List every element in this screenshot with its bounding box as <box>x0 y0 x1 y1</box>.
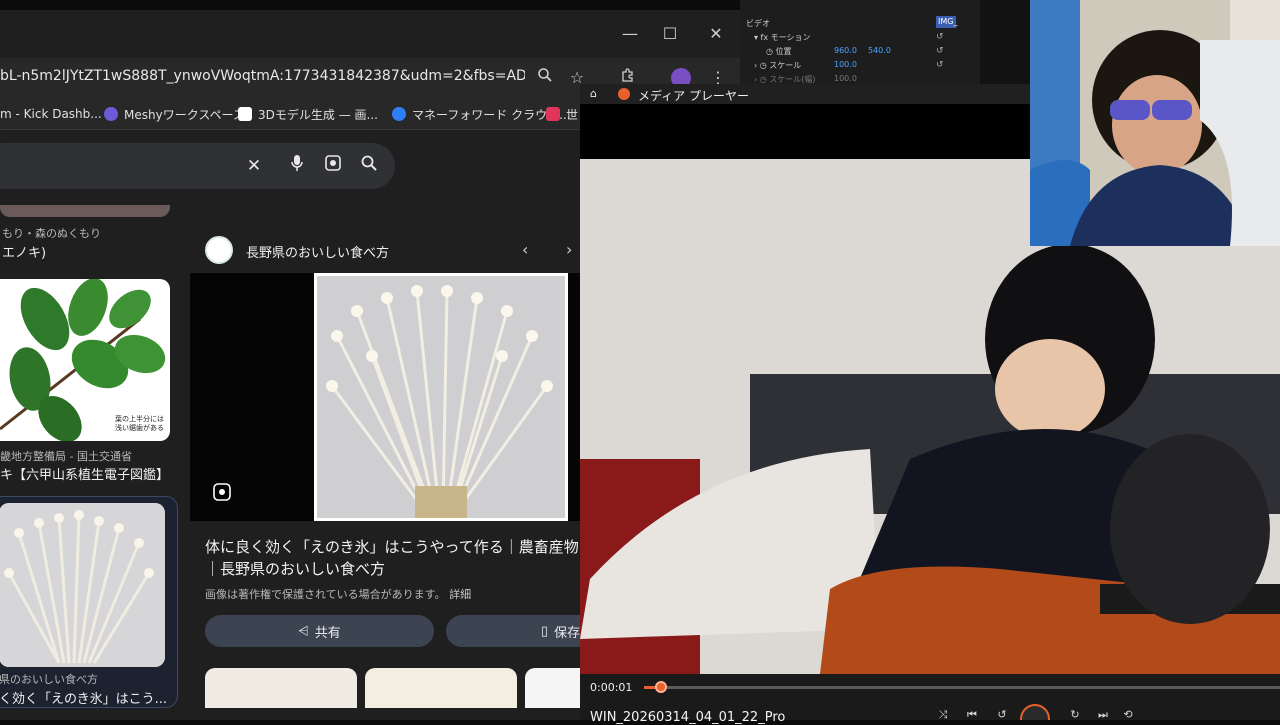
result-title[interactable]: く効く「えのき氷」はこう... <box>0 688 167 707</box>
bookmark-label: Meshyワークスペース <box>124 107 245 122</box>
rewind-icon[interactable]: ↺ <box>994 708 1010 721</box>
playback-time: 0:00:01 <box>590 681 633 694</box>
microphone-icon[interactable] <box>285 154 309 178</box>
result-thumbnail-enoki[interactable] <box>0 503 165 667</box>
bookmark-moneyforward[interactable]: マネーフォワード クラウド... <box>392 104 571 124</box>
result-source: 畿地方整備局 - 国土交通省 <box>0 450 132 463</box>
result-title[interactable]: エノキ) <box>2 242 46 261</box>
result-source: もり・森のぬくもり <box>2 227 101 240</box>
details-link[interactable]: 詳細 <box>449 588 471 601</box>
editor-motion[interactable]: ▾ fx モーション <box>754 32 811 45</box>
meshy-icon <box>104 107 118 121</box>
chevron-right-icon[interactable]: › <box>566 240 572 259</box>
related-thumbnail[interactable] <box>365 668 517 708</box>
minimize-button[interactable]: — <box>618 22 642 46</box>
moneyforward-icon <box>392 107 406 121</box>
detail-image[interactable] <box>314 273 568 521</box>
detail-title[interactable]: 体に良く効く「えのき氷」はこうやって作る｜農畜産物｜長野県のおいしい食べ方 <box>205 536 585 580</box>
save-label: 保存 <box>554 625 581 641</box>
mf-logo-icon <box>546 107 560 121</box>
editor-section: ビデオ <box>746 19 770 28</box>
webcam-overlay <box>1030 0 1280 246</box>
scale-label: スケール <box>769 61 802 70</box>
search-box[interactable]: ✕ <box>0 143 395 189</box>
copyright-note-text: 画像は著作権で保護されている場合があります。 <box>205 588 446 601</box>
bookmark-label: 3Dモデル生成 — 画... <box>258 107 378 122</box>
bookmark-label: m - Kick Dashb... <box>0 107 102 121</box>
result-card-selected[interactable]: 県のおいしい食べ方 く効く「えのき氷」はこう... <box>0 496 178 708</box>
detail-source-name[interactable]: 長野県のおいしい食べ方 <box>246 242 389 261</box>
position-x-value[interactable]: 960.0 <box>834 46 857 55</box>
seek-bar-handle[interactable] <box>655 681 667 693</box>
shuffle-icon[interactable]: ⤨ <box>935 708 951 721</box>
close-button[interactable]: ✕ <box>704 22 728 46</box>
visual-search-icon[interactable] <box>212 482 232 502</box>
next-icon[interactable]: ⏭ <box>1095 708 1111 721</box>
result-thumbnail-leaf[interactable]: 葉の上半分には 浅い鋸歯がある <box>0 279 170 441</box>
share-label: 共有 <box>314 625 341 641</box>
share-button[interactable]: ⩤ 共有 <box>205 615 434 647</box>
bookmark-3d-model[interactable]: 3Dモデル生成 — 画... <box>238 104 378 124</box>
editor-clip-tab[interactable]: IMG_ <box>936 16 957 28</box>
scale-value[interactable]: 100.0 <box>834 60 857 69</box>
copyright-note: 画像は著作権で保護されている場合があります。 詳細 <box>205 586 471 602</box>
v-logo-icon <box>238 107 252 121</box>
media-player-title: メディア プレーヤー <box>638 89 749 103</box>
bookmark-kick[interactable]: m - Kick Dashb... <box>0 104 102 124</box>
home-icon[interactable]: ⌂ <box>590 87 597 100</box>
clear-icon[interactable]: ✕ <box>242 154 266 178</box>
browser-titlebar: — ☐ ✕ <box>0 10 740 58</box>
source-logo <box>205 236 233 264</box>
seek-bar[interactable] <box>644 686 1280 689</box>
video-filename: WIN_20260314_04_01_22_Pro <box>590 710 786 725</box>
scale-row[interactable]: › ◷ スケール 100.0 <box>754 60 857 73</box>
search-icon[interactable] <box>357 154 381 178</box>
bookmark-label: 世 <box>566 107 579 122</box>
video-editor-panel: ビデオ ▾ fx モーション ◷ 位置 960.0 540.0 › ◷ スケール… <box>740 0 1030 86</box>
result-source: 県のおいしい食べ方 <box>0 673 98 686</box>
address-bar[interactable]: bL-n5m2lJYtZT1wS888T_ynwoVWoqtmA:1773431… <box>0 68 525 84</box>
play-button[interactable] <box>1020 704 1050 720</box>
lens-icon[interactable] <box>321 154 345 178</box>
media-player-logo-icon <box>618 88 630 100</box>
previous-icon[interactable]: ⏮ <box>964 708 980 721</box>
bookmark-icon: ▯ <box>540 623 549 639</box>
motion-label: モーション <box>770 33 811 42</box>
result-title[interactable]: キ【六甲山系植生電子図鑑】 <box>0 464 169 483</box>
position-y-value[interactable]: 540.0 <box>868 46 891 55</box>
bookmark-meshy[interactable]: Meshyワークスペース <box>104 104 245 124</box>
scale-width-label: スケール(幅) <box>769 75 816 84</box>
media-controls: 0:00:01 WIN_20260314_04_01_22_Pro ⤨ ⏮ ↺ … <box>580 674 1280 725</box>
position-label: 位置 <box>775 47 792 56</box>
bookmark-other[interactable]: 世 <box>546 104 578 124</box>
forward-icon[interactable]: ↻ <box>1067 708 1083 721</box>
leaf-caption: 葉の上半分には 浅い鋸歯がある <box>115 415 164 432</box>
result-thumbnail-top[interactable] <box>0 205 170 217</box>
position-row[interactable]: ◷ 位置 960.0 540.0 <box>766 46 891 59</box>
maximize-button[interactable]: ☐ <box>658 22 682 46</box>
zoom-icon[interactable] <box>532 65 558 91</box>
scale-width-value: 100.0 <box>834 74 857 83</box>
share-icon: ⩤ <box>298 623 309 639</box>
editor-timeline[interactable] <box>980 0 1030 86</box>
repeat-icon[interactable]: ⟲ <box>1120 708 1136 721</box>
chevron-left-icon[interactable]: ‹ <box>522 240 528 259</box>
related-thumbnail[interactable] <box>205 668 357 708</box>
